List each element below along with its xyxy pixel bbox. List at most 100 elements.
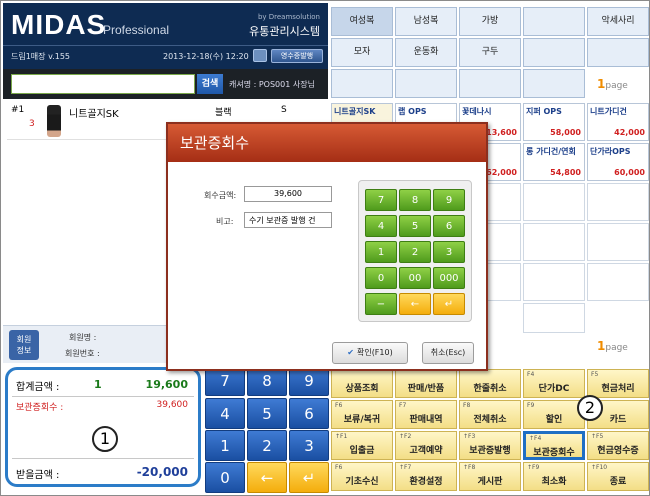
dialog-key-5[interactable]: 5 [399,215,431,237]
settings-button[interactable]: ↑F7 환경설정 [395,462,457,491]
key-1[interactable]: 1 [205,430,245,461]
cancel-button[interactable]: 취소(Esc) [422,342,474,364]
dialog-key-4[interactable]: 4 [365,215,397,237]
category-hats[interactable]: 모자 [331,38,393,67]
member-number-label: 회원번호 : [65,349,100,358]
category-empty[interactable] [523,69,585,98]
fkey-label: 고객예약 [409,446,443,456]
dialog-key-6[interactable]: 6 [433,215,465,237]
bulletin-board-button[interactable]: ↑F8 게시판 [459,462,521,491]
storage-receipt-recover-button[interactable]: ↑F4 보관증회수 [523,431,585,460]
fkey-label: 할인 [545,415,563,425]
product-slot-empty[interactable] [523,183,585,221]
sum-amount: 19,600 [145,378,188,391]
dialog-backspace-key[interactable]: ← [399,293,431,315]
vendor-label: by Dreamsolution [257,13,320,21]
exit-button[interactable]: ↑F10 종료 [587,462,649,491]
receipt-issue-button[interactable]: 영수증발행 [271,49,323,63]
receive-label: 받을금액 : [16,470,60,481]
hold-resume-button[interactable]: F6 보류/복귀 [331,400,393,429]
category-accessories[interactable]: 악세사리 [587,7,649,36]
fkey-code: F9 [527,402,535,409]
datetime: 2013-12-18(수) 12:20 [163,52,249,61]
sale-return-button[interactable]: 판매/반품 [395,369,457,398]
category-empty[interactable] [395,69,457,98]
storage-receipt-issue-button[interactable]: ↑F3 보관증발행 [459,431,521,460]
product-slot-empty[interactable] [523,263,585,301]
key-3[interactable]: 3 [289,430,329,461]
sum-qty: 1 [94,378,102,391]
enter-key[interactable]: ↵ [289,462,329,493]
dialog-enter-key[interactable]: ↵ [433,293,465,315]
dialog-key-3[interactable]: 3 [433,241,465,263]
confirm-button[interactable]: ✔ 확인(F10) [332,342,408,364]
category-shoes[interactable]: 구두 [459,38,521,67]
sales-history-button[interactable]: F7 판매내역 [395,400,457,429]
dialog-key-1[interactable]: 1 [365,241,397,263]
product-search-button[interactable]: 상품조회 [331,369,393,398]
key-6[interactable]: 6 [289,398,329,429]
fkey-code: F8 [463,402,471,409]
product-price: 60,000 [614,168,645,177]
marker-2: 2 [577,395,603,421]
category-empty[interactable] [587,38,649,67]
dialog-key-000[interactable]: 000 [433,267,465,289]
product-item[interactable]: 롱 가디건/연회 54,800 [523,143,585,181]
order-row-qty: 3 [29,119,35,129]
fkey-code: ↑F9 [527,464,540,471]
key-4[interactable]: 4 [205,398,245,429]
dialog-key-2[interactable]: 2 [399,241,431,263]
dialog-key-8[interactable]: 8 [399,189,431,211]
product-price: 62,000 [486,168,517,177]
fkey-code: F4 [527,371,535,378]
unit-price-dc-button[interactable]: F4 단가DC [523,369,585,398]
key-0[interactable]: 0 [205,462,245,493]
member-info-button[interactable]: 회원 정보 [9,330,39,360]
category-women[interactable]: 여성복 [331,7,393,36]
product-slot-empty[interactable] [587,223,649,261]
dialog-key-7[interactable]: 7 [365,189,397,211]
fkey-label: 한줄취소 [473,384,507,394]
fkey-code: F5 [591,371,599,378]
member-badge-line2: 정보 [16,346,32,355]
dialog-key-00[interactable]: 00 [399,267,431,289]
memo-field[interactable]: 수기 보관증 발행 건 [244,212,332,228]
dialog-key-0[interactable]: 0 [365,267,397,289]
product-slot-empty[interactable] [523,223,585,261]
discount-button[interactable]: F9 할인 [523,400,585,429]
search-button[interactable]: 검색 [197,74,223,94]
key-5[interactable]: 5 [247,398,287,429]
category-empty[interactable] [523,38,585,67]
printer-icon[interactable] [253,49,267,62]
fkey-label: 보류/복귀 [343,415,381,425]
dialog-key-9[interactable]: 9 [433,189,465,211]
cancel-all-button[interactable]: F8 전체취소 [459,400,521,429]
category-bags[interactable]: 가방 [459,7,521,36]
key-2[interactable]: 2 [247,430,287,461]
product-slot-empty[interactable] [587,263,649,301]
member-badge-line1: 회원 [16,335,32,344]
category-sneakers[interactable]: 운동화 [395,38,457,67]
product-item[interactable]: 지퍼 OPS 58,000 [523,103,585,141]
customer-reservation-button[interactable]: ↑F2 고객예약 [395,431,457,460]
search-input[interactable] [11,74,195,94]
minimize-button[interactable]: ↑F9 최소화 [523,462,585,491]
product-item[interactable]: 니트가디건 42,000 [587,103,649,141]
product-item[interactable]: 단가라OPS 60,000 [587,143,649,181]
category-empty[interactable] [331,69,393,98]
amount-field[interactable]: 39,600 [244,186,332,202]
product-slot-empty[interactable] [587,183,649,221]
initial-receive-button[interactable]: F6 기초수신 [331,462,393,491]
line-cancel-button[interactable]: 한줄취소 [459,369,521,398]
system-title: 유통관리시스템 [249,25,320,38]
backspace-key[interactable]: ← [247,462,287,493]
product-slot-empty[interactable] [523,303,585,333]
category-men[interactable]: 남성복 [395,7,457,36]
dialog-minus-key[interactable]: − [365,293,397,315]
cash-in-out-button[interactable]: ↑F1 입출금 [331,431,393,460]
category-empty[interactable] [523,7,585,36]
cash-receipt-button[interactable]: ↑F5 현금영수증 [587,431,649,460]
cash-process-button[interactable]: F5 현금처리 [587,369,649,398]
main-numpad: 7 8 9 4 5 6 1 2 3 0 ← ↵ [205,363,329,493]
category-empty[interactable] [459,69,521,98]
